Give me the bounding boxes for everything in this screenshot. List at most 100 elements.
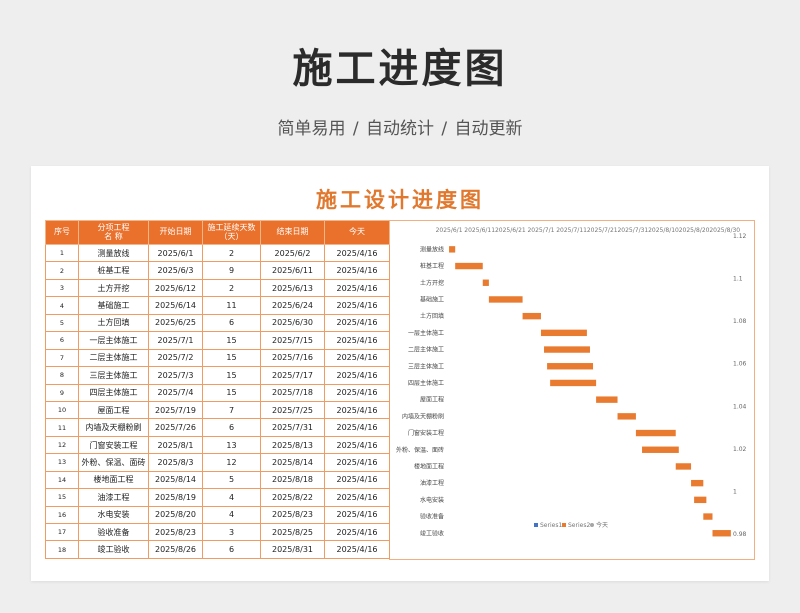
cell-index[interactable]: 9: [45, 383, 79, 402]
cell-start-date[interactable]: 2025/7/4: [148, 383, 203, 402]
table-row[interactable]: 5 土方回填 2025/6/25 6 2025/6/30 2025/4/16: [45, 313, 390, 333]
cell-duration[interactable]: 9: [202, 261, 261, 280]
table-row[interactable]: 14 楼地面工程 2025/8/14 5 2025/8/18 2025/4/16: [45, 470, 390, 490]
cell-duration[interactable]: 4: [202, 488, 261, 507]
cell-duration[interactable]: 4: [202, 505, 261, 525]
gantt-bar[interactable]: [522, 312, 541, 320]
table-row[interactable]: 16 水电安装 2025/8/20 4 2025/8/23 2025/4/16: [45, 505, 390, 525]
cell-start-date[interactable]: 2025/6/3: [148, 261, 203, 280]
cell-index[interactable]: 16: [45, 505, 79, 525]
cell-end-date[interactable]: 2025/6/24: [260, 296, 325, 315]
cell-task-name[interactable]: 一层主体施工: [78, 331, 149, 350]
table-row[interactable]: 4 基础施工 2025/6/14 11 2025/6/24 2025/4/16: [45, 296, 390, 315]
cell-today[interactable]: 2025/4/16: [324, 296, 390, 315]
cell-today[interactable]: 2025/4/16: [324, 505, 390, 525]
cell-start-date[interactable]: 2025/7/3: [148, 366, 203, 385]
cell-end-date[interactable]: 2025/8/25: [260, 522, 325, 542]
cell-index[interactable]: 5: [45, 313, 79, 333]
cell-index[interactable]: 15: [45, 488, 79, 507]
cell-index[interactable]: 14: [45, 470, 79, 490]
cell-task-name[interactable]: 三层主体施工: [78, 366, 149, 385]
cell-index[interactable]: 6: [45, 331, 79, 350]
cell-today[interactable]: 2025/4/16: [324, 400, 390, 420]
cell-task-name[interactable]: 验收准备: [78, 522, 149, 542]
cell-index[interactable]: 17: [45, 522, 79, 542]
gantt-bar[interactable]: [449, 246, 456, 253]
cell-start-date[interactable]: 2025/8/26: [148, 540, 203, 559]
table-row[interactable]: 8 三层主体施工 2025/7/3 15 2025/7/17 2025/4/16: [45, 366, 390, 385]
gantt-bar[interactable]: [544, 346, 590, 353]
table-row[interactable]: 2 桩基工程 2025/6/3 9 2025/6/11 2025/4/16: [45, 261, 390, 280]
cell-start-date[interactable]: 2025/7/2: [148, 348, 203, 368]
cell-duration[interactable]: 2: [202, 243, 261, 263]
cell-index[interactable]: 7: [45, 348, 79, 368]
table-row[interactable]: 9 四层主体施工 2025/7/4 15 2025/7/18 2025/4/16: [45, 383, 390, 402]
cell-today[interactable]: 2025/4/16: [324, 418, 390, 437]
gantt-bar[interactable]: [691, 479, 704, 487]
col-header-duration[interactable]: 施工延续天数（天）: [202, 220, 261, 245]
gantt-bar[interactable]: [635, 429, 676, 437]
table-row[interactable]: 11 内墙及天棚粉刷 2025/7/26 6 2025/7/31 2025/4/16: [45, 418, 390, 437]
cell-duration[interactable]: 15: [202, 348, 261, 368]
cell-start-date[interactable]: 2025/8/23: [148, 522, 203, 542]
cell-duration[interactable]: 5: [202, 470, 261, 490]
cell-start-date[interactable]: 2025/7/19: [148, 400, 203, 420]
gantt-bar[interactable]: [540, 329, 587, 337]
cell-task-name[interactable]: 竣工验收: [78, 540, 149, 559]
cell-task-name[interactable]: 水电安装: [78, 505, 149, 525]
gantt-bar[interactable]: [642, 446, 679, 453]
cell-task-name[interactable]: 屋面工程: [78, 400, 149, 420]
cell-today[interactable]: 2025/4/16: [324, 348, 390, 368]
cell-start-date[interactable]: 2025/7/26: [148, 418, 203, 437]
cell-start-date[interactable]: 2025/6/12: [148, 278, 203, 298]
cell-task-name[interactable]: 桩基工程: [78, 261, 149, 280]
gantt-bar[interactable]: [455, 262, 483, 270]
cell-index[interactable]: 10: [45, 400, 79, 420]
cell-today[interactable]: 2025/4/16: [324, 366, 390, 385]
cell-task-name[interactable]: 土方回填: [78, 313, 149, 333]
gantt-bar[interactable]: [617, 413, 636, 420]
cell-task-name[interactable]: 门窗安装工程: [78, 435, 149, 455]
cell-end-date[interactable]: 2025/7/31: [260, 418, 325, 437]
cell-today[interactable]: 2025/4/16: [324, 470, 390, 490]
table-row[interactable]: 15 油漆工程 2025/8/19 4 2025/8/22 2025/4/16: [45, 488, 390, 507]
col-header-end[interactable]: 结束日期: [260, 220, 325, 245]
gantt-bar[interactable]: [550, 379, 597, 387]
cell-duration[interactable]: 15: [202, 331, 261, 350]
cell-end-date[interactable]: 2025/8/23: [260, 505, 325, 525]
col-header-index[interactable]: 序号: [45, 220, 79, 245]
cell-duration[interactable]: 2: [202, 278, 261, 298]
gantt-bar[interactable]: [547, 363, 594, 370]
cell-start-date[interactable]: 2025/7/1: [148, 331, 203, 350]
gantt-bar[interactable]: [488, 296, 523, 303]
cell-index[interactable]: 13: [45, 453, 79, 472]
cell-index[interactable]: 12: [45, 435, 79, 455]
cell-end-date[interactable]: 2025/7/15: [260, 331, 325, 350]
cell-today[interactable]: 2025/4/16: [324, 278, 390, 298]
cell-start-date[interactable]: 2025/8/1: [148, 435, 203, 455]
cell-start-date[interactable]: 2025/6/25: [148, 313, 203, 333]
table-row[interactable]: 10 屋面工程 2025/7/19 7 2025/7/25 2025/4/16: [45, 400, 390, 420]
col-header-task[interactable]: 分项工程 名 称: [78, 220, 149, 245]
cell-end-date[interactable]: 2025/7/18: [260, 383, 325, 402]
cell-task-name[interactable]: 测量放线: [78, 243, 149, 263]
cell-task-name[interactable]: 外粉、保温、面砖: [78, 453, 149, 472]
cell-today[interactable]: 2025/4/16: [324, 243, 390, 263]
cell-duration[interactable]: 15: [202, 383, 261, 402]
cell-end-date[interactable]: 2025/7/25: [260, 400, 325, 420]
table-row[interactable]: 17 验收准备 2025/8/23 3 2025/8/25 2025/4/16: [45, 522, 390, 542]
cell-start-date[interactable]: 2025/8/3: [148, 453, 203, 472]
cell-today[interactable]: 2025/4/16: [324, 522, 390, 542]
table-row[interactable]: 7 二层主体施工 2025/7/2 15 2025/7/16 2025/4/16: [45, 348, 390, 368]
table-row[interactable]: 18 竣工验收 2025/8/26 6 2025/8/31 2025/4/16: [45, 540, 390, 559]
cell-index[interactable]: 2: [45, 261, 79, 280]
cell-end-date[interactable]: 2025/6/11: [260, 261, 325, 280]
table-row[interactable]: 12 门窗安装工程 2025/8/1 13 2025/8/13 2025/4/16: [45, 435, 390, 455]
table-row[interactable]: 6 一层主体施工 2025/7/1 15 2025/7/15 2025/4/16: [45, 331, 390, 350]
cell-today[interactable]: 2025/4/16: [324, 331, 390, 350]
cell-task-name[interactable]: 四层主体施工: [78, 383, 149, 402]
cell-start-date[interactable]: 2025/6/14: [148, 296, 203, 315]
cell-end-date[interactable]: 2025/6/30: [260, 313, 325, 333]
gantt-bar[interactable]: [703, 513, 713, 520]
cell-duration[interactable]: 11: [202, 296, 261, 315]
